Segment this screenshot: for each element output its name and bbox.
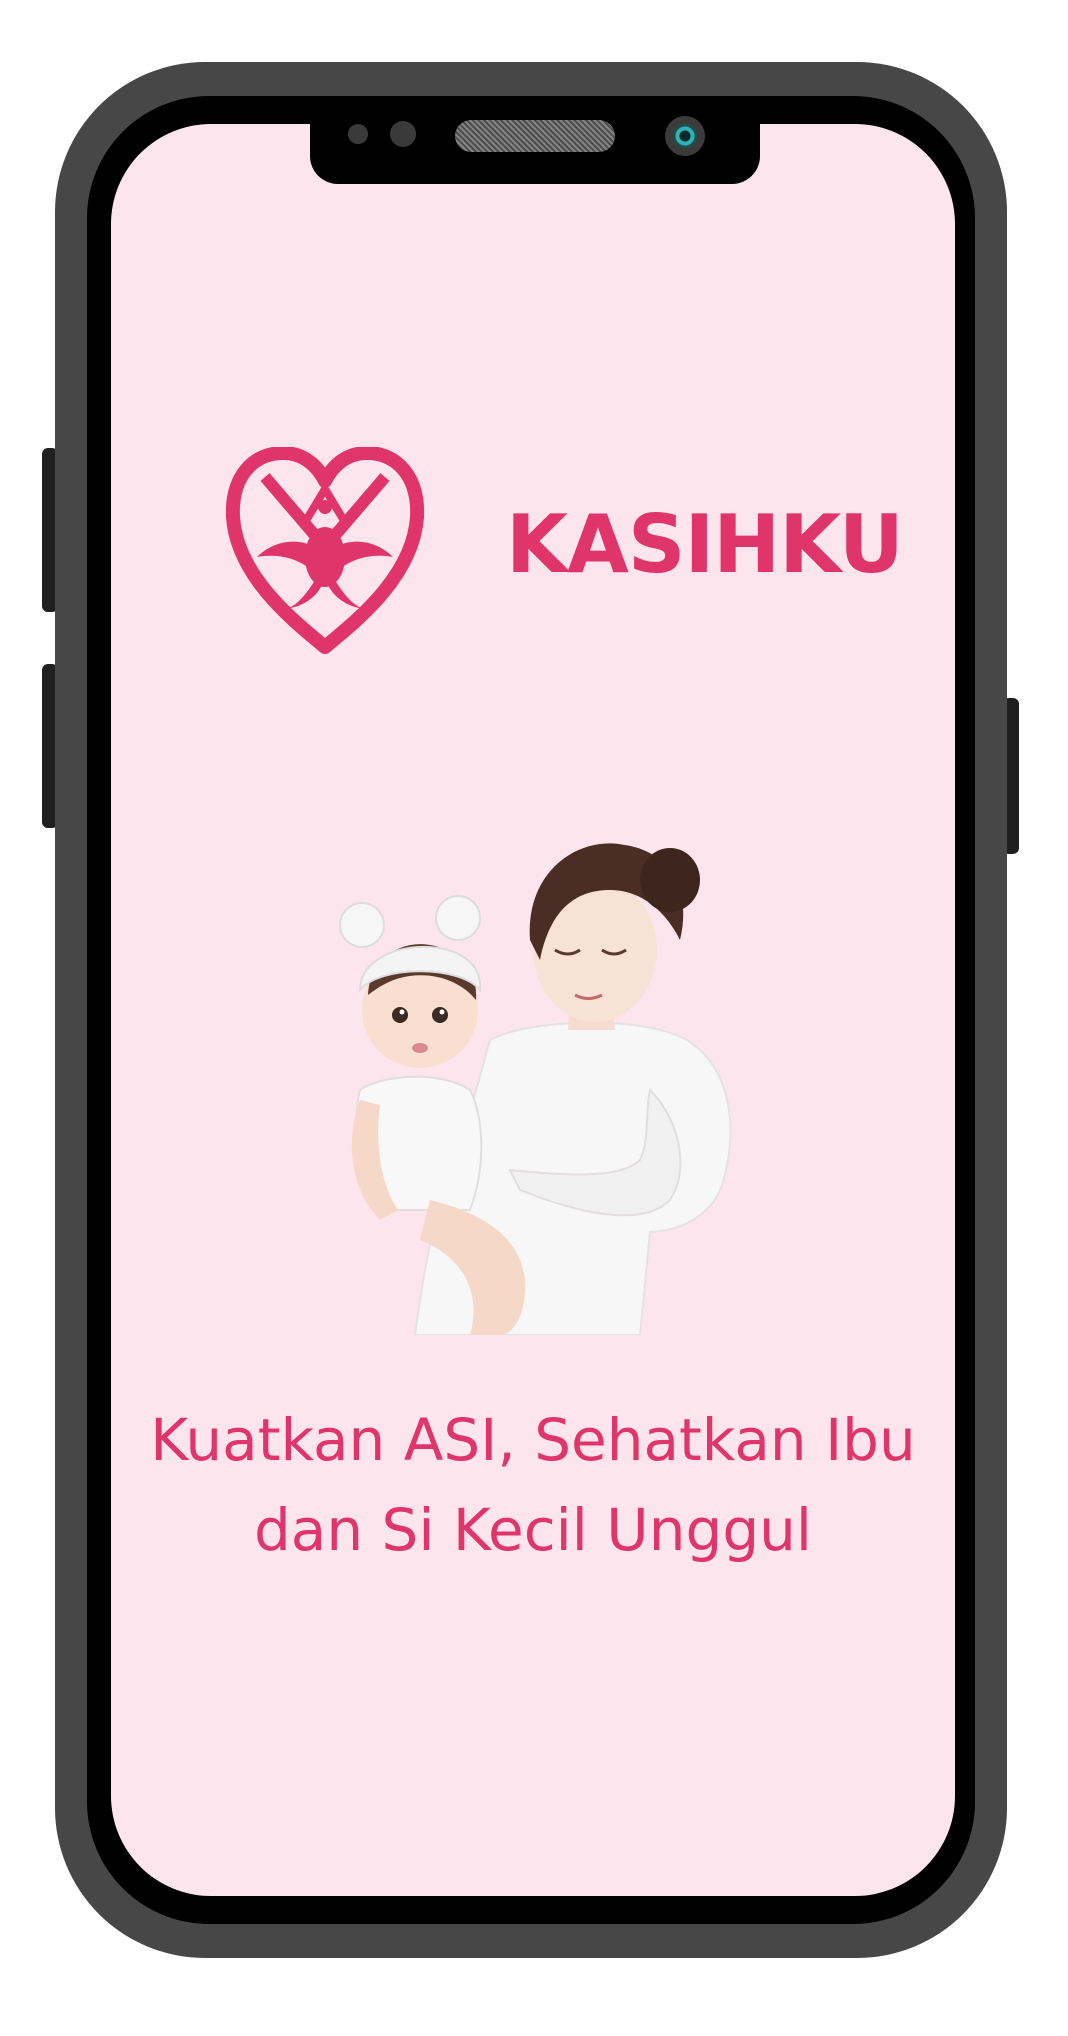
mother-baby-illustration: [339, 843, 732, 1335]
splash-screen-mockup: KASIHKU Kuatkan ASI, Sehatkan Ibu dan Si…: [0, 0, 1068, 2036]
earpiece-speaker: [455, 120, 615, 152]
tagline-line-2: dan Si Kecil Unggul: [253, 1496, 813, 1564]
tagline: Kuatkan ASI, Sehatkan Ibu dan Si Kecil U…: [111, 1395, 955, 1575]
sensor-dot-icon: [348, 124, 368, 144]
kasihku-logo-icon: [225, 447, 425, 654]
sensor-dot-icon: [390, 121, 416, 147]
front-camera-icon: [665, 116, 705, 156]
brand-name: KASIHKU: [506, 498, 904, 591]
tagline-line-1: Kuatkan ASI, Sehatkan Ibu: [150, 1406, 916, 1474]
